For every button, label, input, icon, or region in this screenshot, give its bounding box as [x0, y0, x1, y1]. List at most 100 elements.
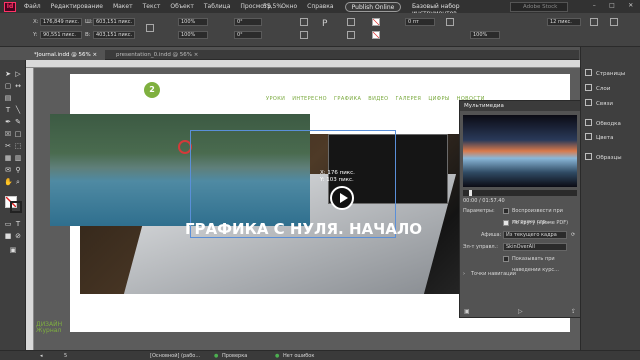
align-icon[interactable] [590, 18, 598, 26]
panel-stroke[interactable]: Обводка [585, 119, 640, 129]
loop-label: По кругу (кроме PDF) [512, 220, 569, 226]
menu-file[interactable]: Файл [24, 3, 41, 10]
zoom-tool-icon[interactable]: ⌕ [14, 178, 22, 186]
tab-journal[interactable]: *Journal.indd @ 56% × [26, 50, 106, 60]
zoom-level[interactable]: 55,5% [263, 3, 282, 10]
close-icon[interactable]: ✕ [628, 2, 633, 9]
page-tool-icon[interactable]: ▢ [4, 82, 12, 90]
fill-swatch-icon[interactable] [372, 18, 380, 26]
flip-icon[interactable] [300, 31, 308, 39]
pen-tool-icon[interactable]: ✒ [4, 118, 12, 126]
formatting-text-icon[interactable]: T [14, 220, 22, 228]
shear-field[interactable]: 0° [234, 31, 262, 39]
menu-help[interactable]: Справка [307, 3, 333, 10]
width-field[interactable]: 603,151 пикс. [93, 18, 135, 26]
panel-swatches[interactable]: Образцы [585, 153, 640, 163]
controller-select[interactable]: SkinOverAll [503, 243, 567, 251]
controller-row: Эл-т управл.: SkinOverAll [463, 242, 577, 253]
nav-item-gallery[interactable]: ГАЛЕРЕЯ [395, 96, 421, 102]
select-content-icon[interactable] [347, 31, 355, 39]
scissors-tool-icon[interactable]: ✂ [4, 142, 12, 150]
maximize-icon[interactable]: □ [609, 2, 615, 9]
content-collector-icon[interactable]: ▤ [4, 94, 12, 102]
rectangle-tool-icon[interactable]: □ [14, 130, 22, 138]
screen-mode-icon[interactable]: ▣ [9, 246, 17, 254]
line-tool-icon[interactable]: ╲ [14, 106, 22, 114]
preview-icon[interactable]: ▷ [518, 308, 523, 316]
page-number[interactable]: 5 [64, 352, 67, 360]
hand-tool-icon[interactable]: ✋ [4, 178, 13, 186]
scale-y-field[interactable]: 100% [178, 31, 208, 39]
tab-presentation[interactable]: presentation_0.indd @ 56% × [108, 50, 206, 60]
gap-tool-icon[interactable]: ↔ [14, 82, 22, 90]
menu-table[interactable]: Таблица [204, 3, 231, 10]
loop-checkbox[interactable] [503, 220, 509, 226]
autoplay-checkbox[interactable] [503, 208, 509, 214]
gradient-feather-tool-icon[interactable]: ▥ [14, 154, 22, 162]
export-icon[interactable]: ⇪ [571, 308, 576, 316]
constrain-proportions-icon[interactable] [146, 24, 154, 32]
refresh-icon[interactable]: ⟳ [571, 230, 575, 241]
scale-x-field[interactable]: 100% [178, 18, 208, 26]
panel-color[interactable]: Цвета [585, 133, 640, 143]
stroke-color-icon[interactable] [10, 201, 22, 213]
nav-item-lessons[interactable]: УРОКИ [266, 96, 285, 102]
pages-icon [585, 69, 592, 76]
gradient-tool-icon[interactable]: ▦ [4, 154, 12, 162]
menu-layout[interactable]: Макет [113, 3, 133, 10]
multimedia-panel-title[interactable]: Мультимедиа [460, 101, 580, 111]
y-field[interactable]: 90,551 пикс. [40, 31, 82, 39]
apply-color-icon[interactable]: ■ [4, 232, 12, 240]
free-transform-tool-icon[interactable]: ⬚ [14, 142, 22, 150]
direct-selection-tool-icon[interactable]: ▷ [14, 70, 22, 78]
nav-item-interesting[interactable]: ИНТЕРЕСНО [292, 96, 327, 102]
nav-points-chevron-icon[interactable]: › [463, 271, 465, 277]
menu-object[interactable]: Объект [170, 3, 193, 10]
menu-type[interactable]: Текст [143, 3, 161, 10]
nav-points-row[interactable]: › Точки навигации [463, 269, 577, 280]
selection-tool-icon[interactable]: ➤ [4, 70, 12, 78]
close-tab-icon[interactable]: × [93, 52, 98, 58]
opacity-field[interactable]: 100% [470, 31, 500, 39]
pencil-tool-icon[interactable]: ✎ [14, 118, 22, 126]
nav-item-video[interactable]: ВИДЕО [368, 96, 388, 102]
stock-search-input[interactable]: Adobe Stock [510, 2, 568, 12]
menu-window[interactable]: Окно [281, 3, 297, 10]
note-tool-icon[interactable]: ✉ [4, 166, 12, 174]
reference-width-field[interactable]: 12 пикс. [547, 18, 581, 26]
video-timeline[interactable] [463, 190, 577, 196]
menu-edit[interactable]: Редактирование [51, 3, 103, 10]
formatting-container-icon[interactable]: ▭ [4, 220, 12, 228]
prev-page-icon[interactable]: ◂ [40, 352, 43, 360]
select-container-icon[interactable] [347, 18, 355, 26]
preflight-status[interactable]: Проверка [222, 352, 247, 360]
p-icon[interactable]: P [322, 19, 327, 29]
panel-links[interactable]: Связи [585, 99, 640, 109]
panel-layers[interactable]: Слои [585, 84, 640, 94]
stroke-weight-field[interactable]: 0 пт [405, 18, 435, 26]
minimize-icon[interactable]: – [593, 2, 596, 9]
apply-none-icon[interactable]: ⊘ [14, 232, 22, 240]
master-style[interactable]: [Основной] (рабо... [150, 352, 200, 360]
rotate-cw-icon[interactable] [300, 18, 308, 26]
close-tab-icon[interactable]: × [194, 52, 199, 58]
type-tool-icon[interactable]: T [4, 106, 12, 114]
effects-icon[interactable] [446, 18, 454, 26]
poster-select[interactable]: Из текущего кадра [503, 231, 567, 239]
play-icon[interactable] [330, 186, 354, 210]
timeline-scrubber[interactable] [469, 190, 472, 196]
height-field[interactable]: 403,151 пикс. [93, 31, 135, 39]
rotation-field[interactable]: 0° [234, 18, 262, 26]
eyedropper-tool-icon[interactable]: ⚲ [14, 166, 22, 174]
publish-online-button[interactable]: Publish Online [345, 2, 401, 12]
panel-pages[interactable]: Страницы [585, 69, 640, 79]
quick-apply-icon[interactable] [610, 18, 618, 26]
rectangle-frame-tool-icon[interactable]: ☒ [4, 130, 12, 138]
watermark-line-2: Журнал [36, 327, 62, 334]
nav-item-graphics[interactable]: ГРАФИКА [334, 96, 361, 102]
nav-item-numbers[interactable]: ЦИФРЫ [428, 96, 449, 102]
stroke-swatch-icon[interactable] [372, 31, 380, 39]
place-video-icon[interactable]: ▣ [464, 308, 470, 316]
show-on-hover-checkbox[interactable] [503, 256, 509, 262]
x-field[interactable]: 176,849 пикс. [40, 18, 82, 26]
